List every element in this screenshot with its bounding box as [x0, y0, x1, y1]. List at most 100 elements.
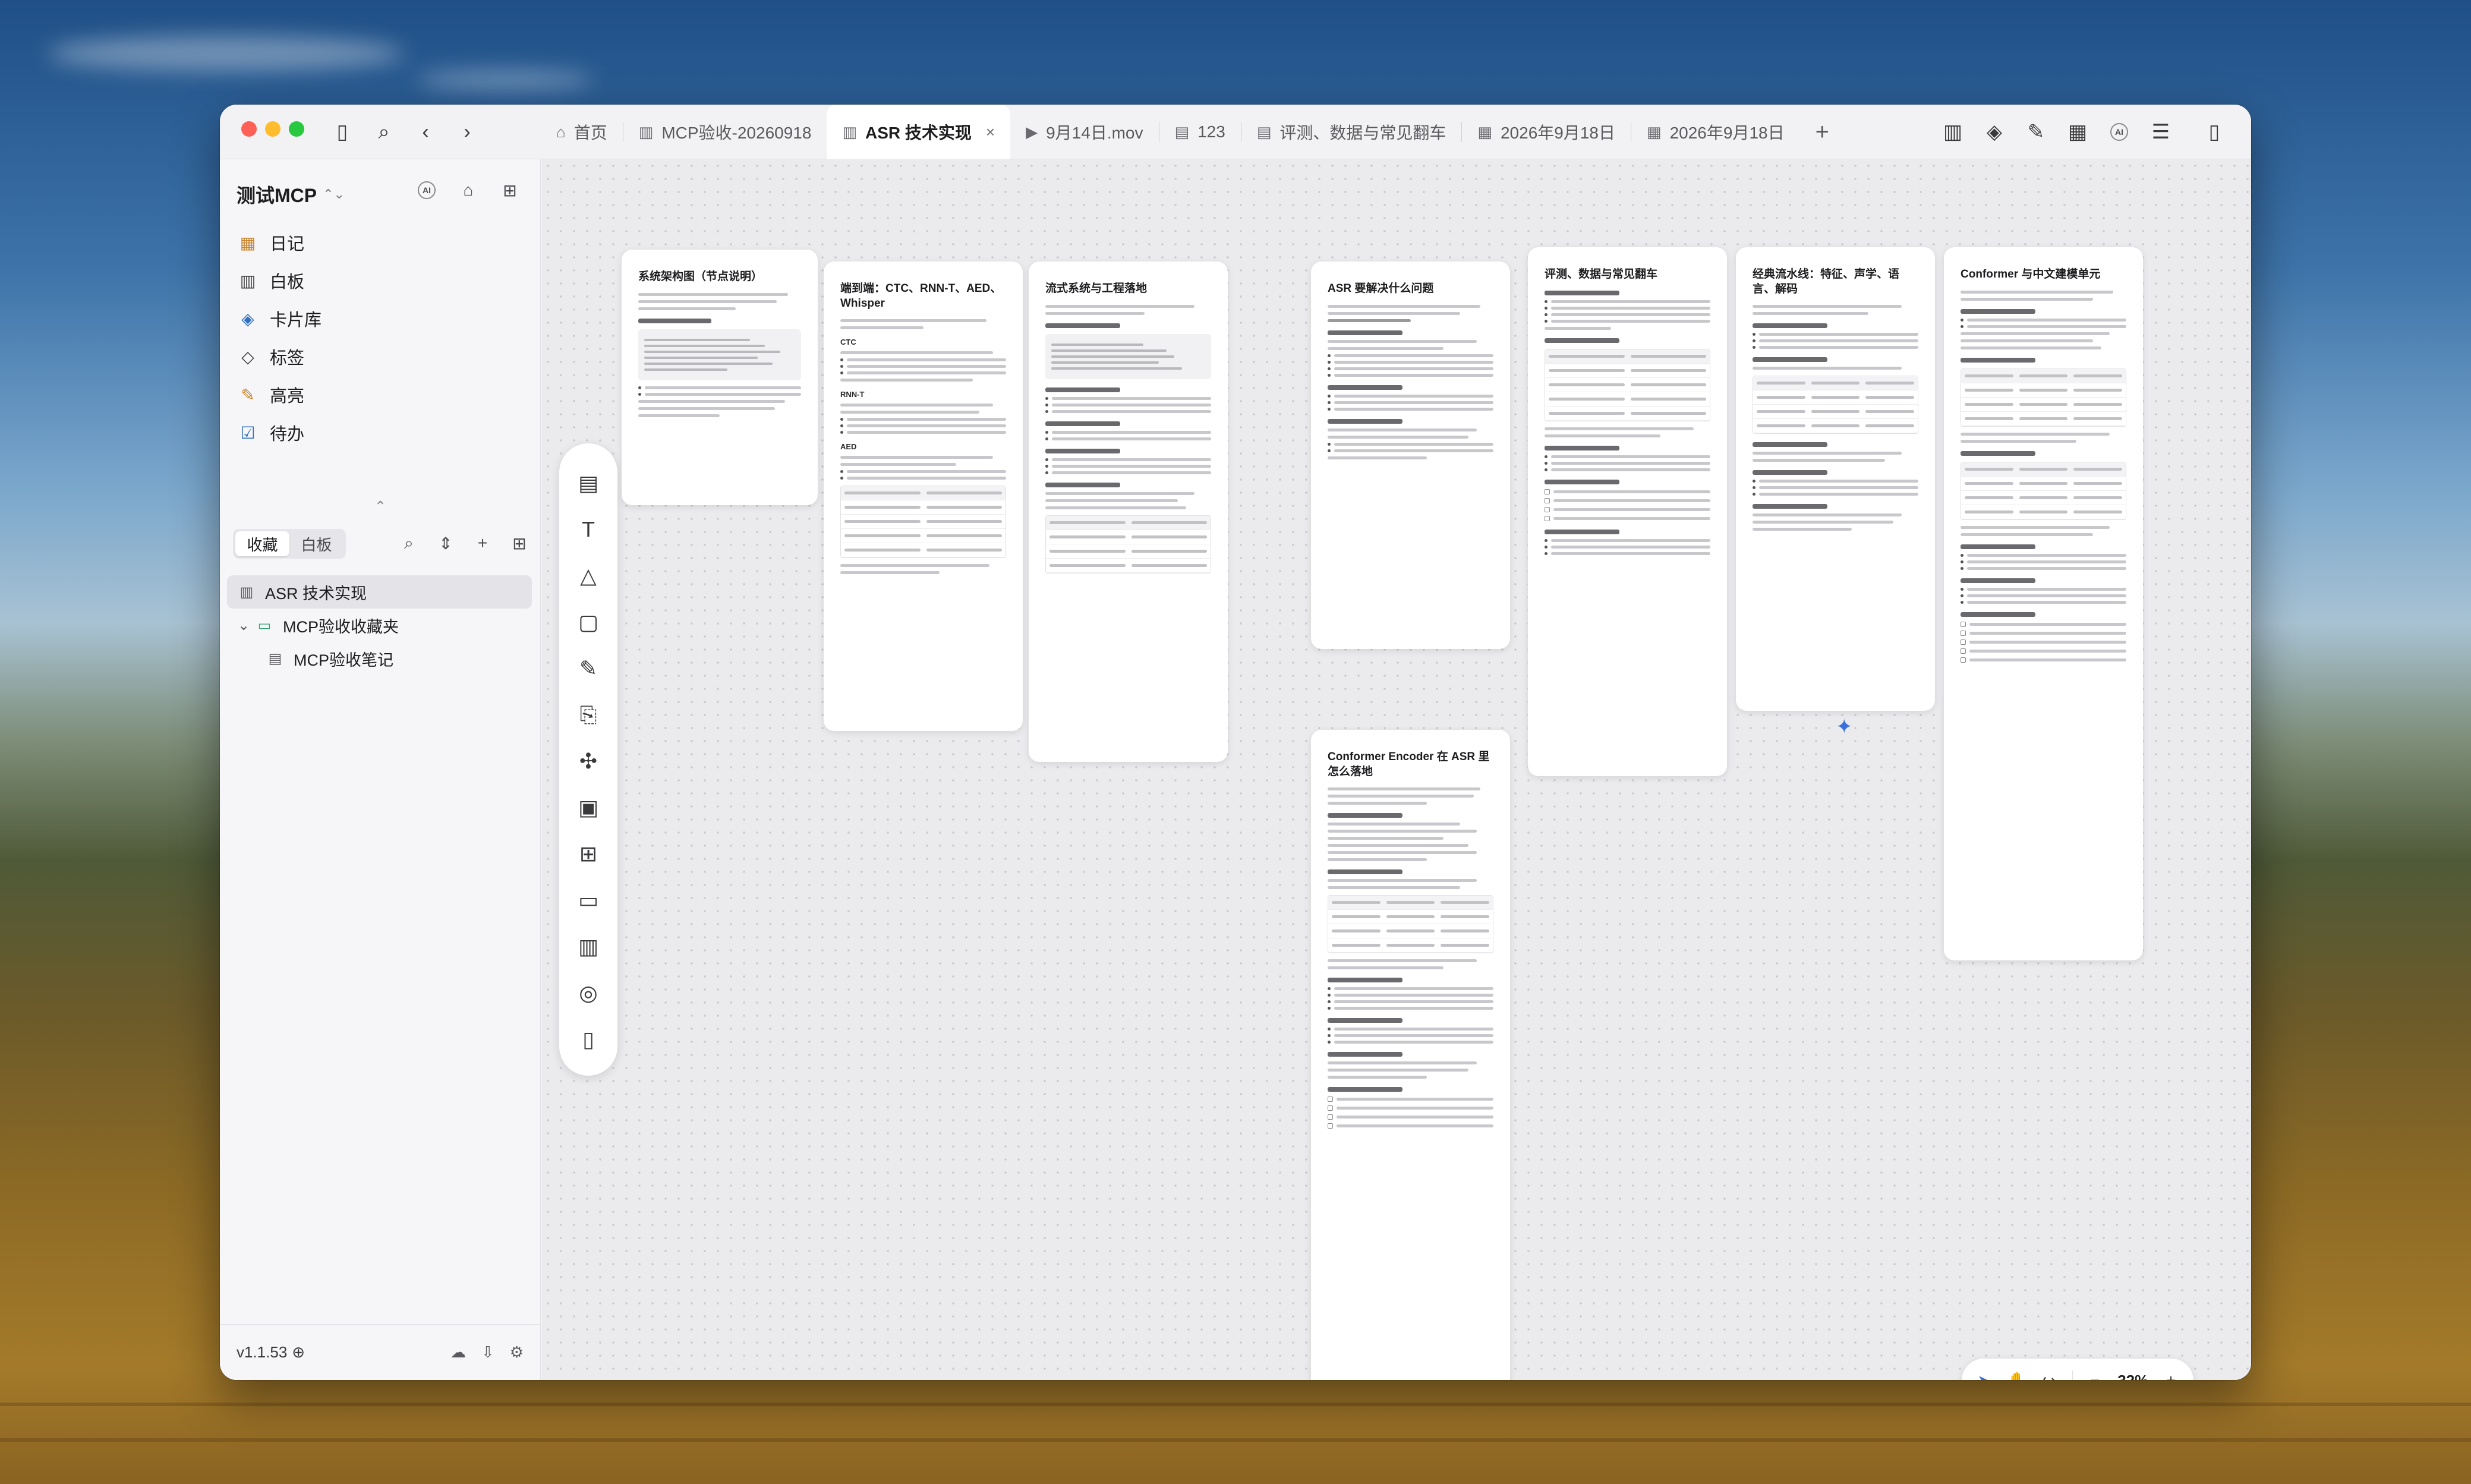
search-icon[interactable]: ⌕	[398, 534, 420, 553]
sidebar-item-4[interactable]: ✎ 高亮	[235, 376, 322, 414]
minimize-window-button[interactable]	[265, 121, 280, 137]
chevron-down-icon[interactable]: ⌄	[238, 617, 250, 634]
hand-pan-icon[interactable]: ✋	[2007, 1371, 2028, 1381]
note-card[interactable]: 系统架构图（节点说明）	[622, 250, 818, 505]
segment-whiteboards[interactable]: 白板	[289, 531, 343, 556]
tree-item-label: ASR 技术实现	[265, 584, 367, 603]
settings-gear-icon[interactable]: ⚙	[510, 1343, 524, 1362]
tab-1[interactable]: ▥ MCP验收-20260918	[623, 105, 827, 159]
card-subheading	[1545, 290, 1619, 295]
tab-7[interactable]: ▦ 2026年9月18日	[1631, 105, 1800, 159]
note-card[interactable]: Conformer 与中文建模单元	[1944, 247, 2143, 960]
ai-icon[interactable]: AI	[2104, 116, 2135, 147]
highlighter-icon[interactable]: ✎	[2021, 116, 2051, 147]
tab-0[interactable]: ⌂ 首页	[541, 105, 623, 159]
note-card[interactable]: 经典流水线：特征、声学、语言、解码	[1736, 247, 1935, 711]
note-card[interactable]: ASR 要解决什么问题	[1311, 261, 1510, 649]
import-icon[interactable]: ⇩	[481, 1343, 494, 1362]
right-panel-icon[interactable]: ▯	[2199, 116, 2230, 147]
cloud-off-icon[interactable]: ☁	[450, 1343, 466, 1362]
version-label[interactable]: v1.1.53 ⊕	[237, 1343, 305, 1362]
sidebar-tools: ⌕ ⇕ + ⊞	[398, 534, 530, 553]
collapse-caret-icon[interactable]: ⌃	[374, 498, 386, 515]
tab-label: 评测、数据与常见翻车	[1279, 124, 1446, 142]
sidebar-item-5[interactable]: ☑ 待办	[235, 414, 322, 452]
map-icon[interactable]: ▥	[571, 924, 606, 970]
add-icon[interactable]: +	[472, 534, 493, 553]
card-title: Conformer 与中文建模单元	[1961, 268, 2101, 281]
whiteboard-canvas[interactable]: ▤ T △ ▢ ✎ ⎘ ✣ ▣ ⊞ ▭ ▥ ◎ ▯ 系统架构图（节点说明） 端到…	[541, 159, 2251, 1380]
sidebar-item-1[interactable]: ▥ 白板	[235, 261, 322, 300]
zoom-window-button[interactable]	[289, 121, 304, 137]
new-tab-button[interactable]: +	[1800, 119, 1845, 146]
card-subheading: CTC	[840, 338, 856, 347]
note-card-icon[interactable]: ▤	[571, 460, 606, 506]
sidebar-item-2[interactable]: ◈ 卡片库	[235, 300, 322, 338]
pdf-icon[interactable]: ⎘	[571, 692, 606, 738]
card-subheading	[1961, 308, 2035, 314]
whiteboard-icon: ▥	[638, 122, 654, 141]
workspace-switcher[interactable]: 测试MCP ⌃⌄	[237, 181, 345, 208]
tab-3[interactable]: ▶ 9月14日.mov	[1010, 105, 1158, 159]
shapes-icon[interactable]: △	[571, 553, 606, 599]
image-icon[interactable]: ▣	[571, 784, 606, 831]
tree-item[interactable]: ▥ ASR 技术实现	[227, 575, 532, 609]
chevron-updown-icon: ⌃⌄	[323, 187, 345, 201]
globe-icon[interactable]: ◎	[571, 970, 606, 1016]
tab-6[interactable]: ▦ 2026年9月18日	[1462, 105, 1631, 159]
sidebar-item-label: 白板	[270, 273, 305, 292]
mindmap-icon[interactable]: ✣	[571, 738, 606, 784]
expand-collapse-icon[interactable]: ⇕	[435, 534, 456, 553]
sidebar-item-label: 标签	[270, 349, 305, 368]
map-icon[interactable]: ▥	[1937, 116, 1968, 147]
card-title: 端到端：CTC、RNN-T、AED、Whisper	[840, 282, 1002, 310]
sidebar-item-0[interactable]: ▦ 日记	[235, 223, 322, 261]
text-tool-icon[interactable]: T	[571, 506, 606, 553]
layers-icon[interactable]: ◈	[1979, 116, 2010, 147]
pen-icon[interactable]: ✎	[571, 645, 606, 692]
ai-assistant-icon[interactable]: AI	[414, 177, 440, 203]
zoom-level[interactable]: 32%	[2117, 1372, 2148, 1381]
tree-item[interactable]: ⌄ ▭ MCP验收收藏夹	[227, 609, 532, 642]
note-card[interactable]: 评测、数据与常见翻车	[1528, 247, 1727, 776]
select-cursor-icon[interactable]: ➤	[1975, 1371, 1994, 1381]
segment-favorites[interactable]: 收藏	[235, 531, 289, 556]
close-tab-icon[interactable]: ×	[986, 123, 995, 141]
connector-icon[interactable]: ↪	[2040, 1371, 2059, 1381]
card-subheading	[1328, 1018, 1402, 1023]
zoom-out-icon[interactable]: −	[2085, 1371, 2104, 1380]
sidebar-item-3[interactable]: ◇ 标签	[235, 338, 322, 376]
sidebar: 测试MCP ⌃⌄ AI ⌂ ⊞ ▦ 日记 ▥ 白板 ◈ 卡片库 ◇ 标签 ✎ 高亮 ☑ 待办 ⌃ 收藏…	[220, 159, 541, 1380]
new-folder-icon[interactable]: ⊞	[509, 534, 530, 553]
ai-sparkle-icon[interactable]: ✦	[1836, 715, 1853, 739]
tree-item[interactable]: ▤ MCP验收笔记	[227, 642, 532, 675]
tab-5[interactable]: ▤ 评测、数据与常见翻车	[1241, 105, 1462, 159]
search-icon[interactable]: ⌕	[368, 116, 399, 147]
outline-icon[interactable]: ☰	[2145, 116, 2176, 147]
card-subheading: AED	[840, 442, 857, 452]
note-card[interactable]: Conformer Encoder 在 ASR 里怎么落地	[1311, 730, 1510, 1380]
zoom-in-icon[interactable]: +	[2161, 1371, 2180, 1380]
back-arrow-icon[interactable]: ‹	[410, 116, 441, 147]
home-icon[interactable]: ⌂	[455, 177, 481, 203]
tab-2[interactable]: ▥ ASR 技术实现 ×	[827, 105, 1011, 160]
note-card[interactable]: 端到端：CTC、RNN-T、AED、Whisper CTC RNN-T AED	[824, 261, 1023, 731]
calendar-icon[interactable]: ▦	[2062, 116, 2093, 147]
field-stripe	[0, 1403, 2471, 1406]
file-icon[interactable]: ▯	[571, 1016, 606, 1063]
close-window-button[interactable]	[241, 121, 257, 137]
grid-icon[interactable]: ⊞	[571, 831, 606, 877]
page-icon[interactable]: ▢	[571, 599, 606, 645]
card-title: Conformer Encoder 在 ASR 里怎么落地	[1328, 751, 1490, 778]
forward-arrow-icon[interactable]: ›	[452, 116, 483, 147]
calendar-icon: ▦	[239, 233, 256, 252]
new-note-icon[interactable]: ⊞	[497, 177, 523, 203]
tab-4[interactable]: ▤ 123	[1159, 105, 1241, 159]
sidebar-toggle-icon[interactable]: ▯	[327, 116, 358, 147]
note-card[interactable]: 流式系统与工程落地	[1029, 261, 1228, 762]
card-subheading	[1328, 1052, 1402, 1057]
document-icon: ▤	[1256, 122, 1272, 141]
tab-label: 9月14日.mov	[1046, 124, 1143, 142]
frame-icon[interactable]: ▭	[571, 877, 606, 924]
title-bar: ▯ ⌕ ‹ › ⌂ 首页 ▥ MCP验收-20260918 ▥ ASR 技术实现 × ▶ 9月1…	[220, 105, 2251, 160]
